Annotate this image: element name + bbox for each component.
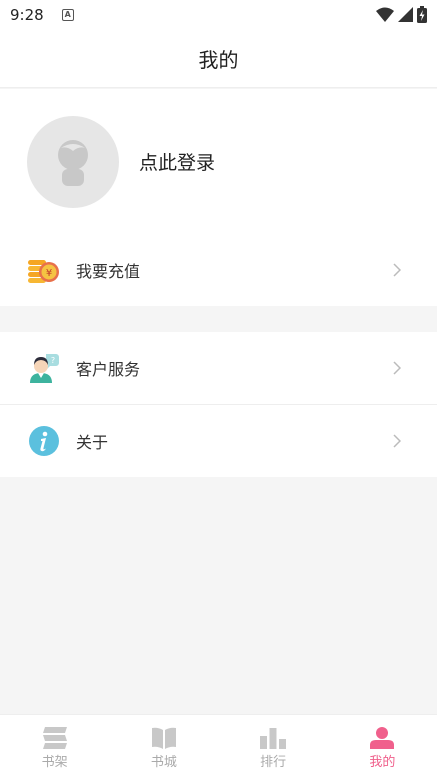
wifi-icon: [376, 7, 394, 22]
tab-bookshelf[interactable]: 书架: [0, 715, 109, 776]
menu-item-recharge[interactable]: ¥ 我要充值: [0, 234, 437, 306]
default-avatar-icon: [58, 139, 88, 186]
info-icon: [28, 425, 60, 457]
coin-symbol: ¥: [46, 268, 52, 279]
menu-item-recharge-label: 我要充值: [76, 262, 141, 281]
bookshelf-icon: [42, 727, 67, 749]
battery-icon: [417, 6, 427, 23]
svg-text:?: ?: [51, 356, 55, 365]
coins-icon: ¥: [28, 254, 60, 286]
menu-item-service-label: 客户服务: [76, 360, 141, 379]
chevron-right-icon: [393, 263, 401, 277]
login-link[interactable]: 点此登录: [139, 148, 215, 175]
menu-item-about[interactable]: 关于: [0, 405, 437, 477]
tab-ranking-label: 排行: [260, 755, 287, 770]
ranking-bars-icon: [260, 728, 287, 749]
signal-icon: [398, 7, 413, 22]
page-title: 我的: [198, 48, 239, 72]
chevron-right-icon: [393, 361, 401, 375]
person-icon: [370, 727, 395, 749]
customer-service-icon: ?: [28, 352, 60, 384]
header: 我的: [0, 30, 437, 88]
tab-bookstore[interactable]: 书城: [109, 715, 218, 776]
status-icons: [376, 6, 427, 23]
status-bar: 9:28 A: [0, 0, 437, 30]
tab-ranking[interactable]: 排行: [219, 715, 328, 776]
open-book-icon: [151, 727, 176, 749]
tab-bookstore-label: 书城: [150, 755, 177, 770]
tab-mine[interactable]: 我的: [328, 715, 437, 776]
menu-item-about-label: 关于: [76, 433, 109, 452]
tab-mine-label: 我的: [369, 755, 396, 770]
chevron-right-icon: [393, 434, 401, 448]
tab-bookshelf-label: 书架: [41, 755, 68, 770]
app-notification-icon: A: [61, 9, 74, 21]
profile-login-section[interactable]: 点此登录: [0, 89, 437, 234]
avatar[interactable]: [27, 115, 119, 208]
menu-item-service[interactable]: ? 客户服务: [0, 332, 437, 404]
status-time: 9:28: [10, 6, 44, 24]
bottom-tab-bar: 书架 书城 排行 我的: [0, 714, 437, 776]
